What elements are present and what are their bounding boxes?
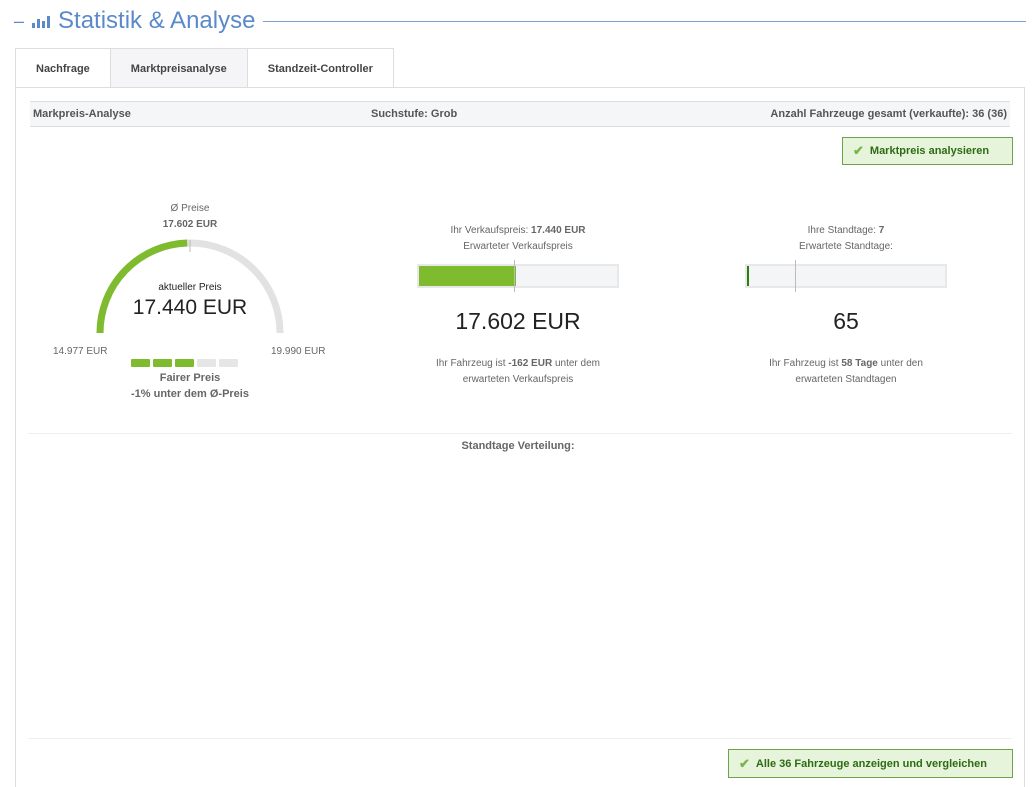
days-bar-fill <box>747 266 749 286</box>
your-price-value: 17.440 EUR <box>531 225 586 236</box>
rating-segment <box>219 359 238 367</box>
distribution-title: Standtage Verteilung: <box>461 440 575 452</box>
current-price-label: aktueller Preis <box>158 282 222 293</box>
price-note-value: -162 EUR <box>508 358 553 369</box>
days-note: Ihr Fahrzeug ist 58 Tage unter den erwar… <box>726 356 966 388</box>
rating-segment <box>131 359 150 367</box>
gauge-max: 19.990 EUR <box>271 346 326 357</box>
days-note-post: unter den <box>880 358 923 369</box>
price-note: Ihr Fahrzeug ist -162 EUR unter dem erwa… <box>398 356 638 388</box>
info-bar: Markpreis-Analyse Suchstufe: Grob Anzahl… <box>30 101 1010 127</box>
days-note-pre: Ihr Fahrzeug ist <box>769 358 839 369</box>
header-rule <box>263 20 1026 22</box>
gauge-min: 14.977 EUR <box>53 346 108 357</box>
tab-panel: Markpreis-Analyse Suchstufe: Grob Anzahl… <box>15 87 1025 787</box>
rating-segment <box>153 359 172 367</box>
rating-segment <box>175 359 194 367</box>
compare-all-button[interactable]: ✔ Alle 36 Fahrzeuge anzeigen und verglei… <box>728 749 1013 778</box>
price-bar-marker <box>514 260 516 292</box>
separator-bottom <box>28 738 1012 739</box>
your-days-label: Ihre Standtage: <box>807 225 877 236</box>
price-rating: Fairer Preis <box>159 372 221 384</box>
price-bar <box>417 260 619 292</box>
tab-nachfrage[interactable]: Nachfrage <box>15 48 111 88</box>
tab-standzeit-controller[interactable]: Standzeit-Controller <box>246 48 394 88</box>
avg-price-label: Ø Preise <box>170 203 210 214</box>
compare-all-button-label: Alle 36 Fahrzeuge anzeigen und vergleich… <box>755 757 987 770</box>
your-days-value: 7 <box>878 225 885 236</box>
tab-marktpreisanalyse[interactable]: Marktpreisanalyse <box>109 48 248 88</box>
section-title: Statistik & Analyse <box>58 7 256 34</box>
avg-price-value: 17.602 EUR <box>162 219 218 230</box>
expected-price-value: 17.602 EUR <box>455 308 581 334</box>
rating-segment <box>197 359 216 367</box>
days-note-line2: erwarteten Standtagen <box>795 374 897 385</box>
price-note-pre: Ihr Fahrzeug ist <box>436 358 506 369</box>
current-price-value: 17.440 EUR <box>132 296 248 319</box>
expected-days-value: 65 <box>833 308 859 334</box>
price-rating-indicator <box>131 359 238 367</box>
analyze-button[interactable]: ✔ Marktpreis analysieren <box>842 137 1013 165</box>
analyze-button-label: Marktpreis analysieren <box>869 145 990 157</box>
price-note-post: unter dem <box>554 358 600 369</box>
days-bar-marker <box>794 260 796 292</box>
collapse-dash-icon[interactable]: – <box>14 11 24 32</box>
bar-chart-icon <box>32 14 51 28</box>
section-header: – Statistik & Analyse <box>14 6 1026 36</box>
distribution-chart-area <box>28 460 1012 736</box>
price-note-line2: erwarteten Verkaufspreis <box>462 374 574 385</box>
your-price-line: Ihr Verkaufspreis: 17.440 EUR <box>408 225 628 236</box>
days-note-value: 58 Tage <box>841 358 878 369</box>
days-bar <box>745 260 947 292</box>
your-days-line: Ihre Standtage: 7 <box>736 225 956 236</box>
price-bar-fill <box>419 266 517 286</box>
vehicle-count: Anzahl Fahrzeuge gesamt (verkaufte): 36 … <box>770 108 1007 120</box>
your-price-label: Ihr Verkaufspreis: <box>450 225 529 236</box>
info-bar-title: Markpreis-Analyse <box>33 108 131 120</box>
tab-bar: Nachfrage Marktpreisanalyse Standzeit-Co… <box>15 48 394 88</box>
expected-price-label: Erwarteter Verkaufspreis <box>463 241 573 252</box>
search-level: Suchstufe: Grob <box>371 108 458 120</box>
separator <box>28 433 1012 434</box>
expected-days-label: Erwartete Standtage: <box>799 241 893 252</box>
price-rating-detail: -1% unter dem Ø-Preis <box>131 388 249 400</box>
check-icon: ✔ <box>739 755 750 771</box>
check-icon: ✔ <box>853 143 864 158</box>
